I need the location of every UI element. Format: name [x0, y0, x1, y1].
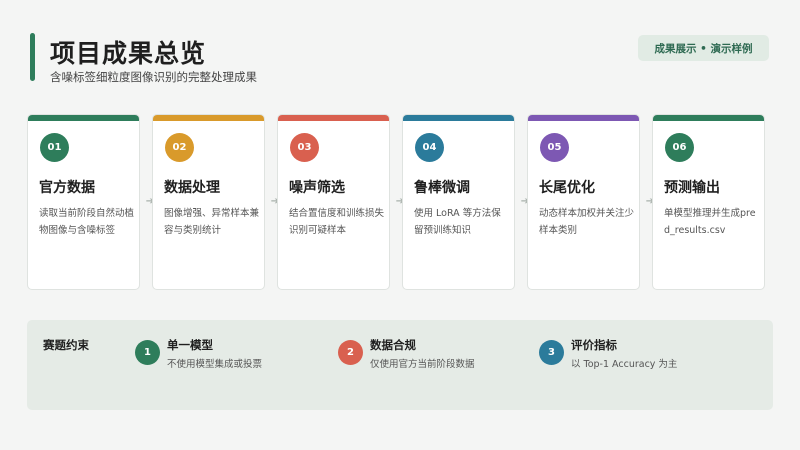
step-card-02: 02 数据处理图像增强、异常样本兼容与类别统计	[152, 114, 265, 290]
step-number-badge: 01	[40, 133, 69, 162]
constraint-item-2: 2 数据合规仅使用官方当前阶段数据	[338, 337, 528, 387]
step-card-03: 03 噪声筛选结合置信度和训练损失识别可疑样本	[277, 114, 390, 290]
step-title: 预测输出	[664, 180, 720, 196]
step-card-01: 01 官方数据读取当前阶段自然动植物图像与含噪标签	[27, 114, 140, 290]
step-color-bar	[28, 115, 139, 121]
step-card-04: 04 鲁棒微调使用 LoRA 等方法保留预训练知识	[402, 114, 515, 290]
step-title: 官方数据	[39, 180, 95, 196]
step-title: 鲁棒微调	[414, 180, 470, 196]
constraint-item-1: 1 单一模型不使用模型集成或投票	[135, 337, 325, 387]
constraint-number-badge: 2	[338, 340, 363, 365]
step-number-badge: 06	[665, 133, 694, 162]
constraints-label: 赛题约束	[43, 338, 89, 352]
step-title: 数据处理	[164, 180, 220, 196]
step-color-bar	[278, 115, 389, 121]
constraint-description: 不使用模型集成或投票	[167, 359, 263, 370]
step-description: 结合置信度和训练损失识别可疑样本	[289, 208, 385, 236]
page-title: 项目成果总览	[50, 39, 207, 68]
step-card-05: 05 长尾优化动态样本加权并关注少样本类别	[527, 114, 640, 290]
step-description: 动态样本加权并关注少样本类别	[539, 208, 635, 236]
step-description: 读取当前阶段自然动植物图像与含噪标签	[39, 208, 135, 236]
constraint-number-badge: 1	[135, 340, 160, 365]
constraints-panel: 赛题约束 1 单一模型不使用模型集成或投票 2 数据合规仅使用官方当前阶段数据 3 评价指…	[27, 320, 773, 410]
step-number-badge: 02	[165, 133, 194, 162]
step-number-badge: 05	[540, 133, 569, 162]
constraint-number-badge: 3	[539, 340, 564, 365]
step-description: 使用 LoRA 等方法保留预训练知识	[414, 208, 501, 236]
step-color-bar	[403, 115, 514, 121]
constraint-description: 仅使用官方当前阶段数据	[370, 359, 475, 370]
pipeline-steps: 01 官方数据 读取当前阶段自然动植物图像与含噪标签 ➔ 02 数据处理 图像增强、异常样本…	[27, 114, 767, 291]
step-number-badge: 04	[415, 133, 444, 162]
constraint-title: 单一模型	[167, 338, 213, 352]
step-color-bar	[653, 115, 764, 121]
step-title: 长尾优化	[539, 180, 595, 196]
title-accent-bar	[30, 33, 35, 81]
constraint-description: 以 Top-1 Accuracy 为主	[571, 359, 678, 370]
step-number-badge: 03	[290, 133, 319, 162]
page-subtitle: 含噪标签细粒度图像识别的完整处理成果	[50, 70, 257, 84]
step-description: 单模型推理并生成pred_results.csv	[664, 208, 756, 236]
demo-badge: 成果展示 • 演示样例	[638, 35, 769, 61]
step-title: 噪声筛选	[289, 180, 345, 196]
step-color-bar	[153, 115, 264, 121]
constraint-title: 评价指标	[571, 338, 617, 352]
step-color-bar	[528, 115, 639, 121]
constraint-item-3: 3 评价指标以 Top-1 Accuracy 为主	[539, 337, 729, 387]
step-description: 图像增强、异常样本兼容与类别统计	[164, 208, 260, 236]
step-card-06: 06 预测输出单模型推理并生成pred_results.csv	[652, 114, 765, 290]
constraint-title: 数据合规	[370, 338, 416, 352]
